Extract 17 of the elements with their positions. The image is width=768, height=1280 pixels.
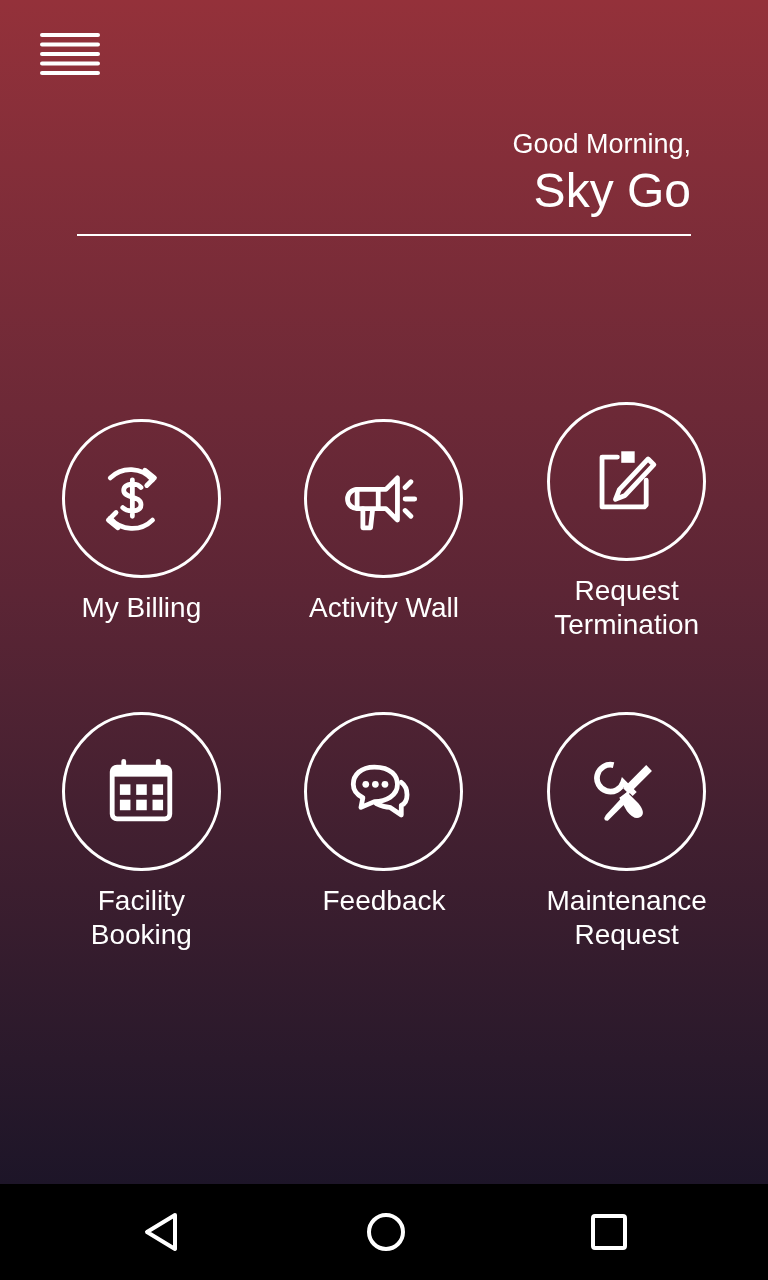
- menu-tile-button[interactable]: [304, 712, 464, 871]
- tile-label: Request Termination: [554, 574, 700, 642]
- tile-label: Maintenance Request: [546, 884, 707, 952]
- user-name: Sky Go: [533, 163, 691, 219]
- menu-tile-button[interactable]: [61, 419, 221, 578]
- menu-tile-button[interactable]: [547, 402, 707, 561]
- tile-label: My Billing: [81, 591, 202, 625]
- recent-apps-icon[interactable]: [591, 1214, 627, 1250]
- tile-label: Facility Booking: [90, 884, 192, 952]
- menu-tile-button[interactable]: [547, 712, 707, 871]
- menu-tile-button[interactable]: [304, 419, 464, 578]
- menu-tile-button[interactable]: [61, 712, 221, 871]
- home-icon[interactable]: [366, 1212, 406, 1252]
- greeting-text: Good Morning,: [512, 128, 691, 160]
- tile-label: Activity Wall: [309, 591, 459, 625]
- menu-icon[interactable]: [40, 32, 100, 76]
- tile-label: Feedback: [322, 884, 446, 918]
